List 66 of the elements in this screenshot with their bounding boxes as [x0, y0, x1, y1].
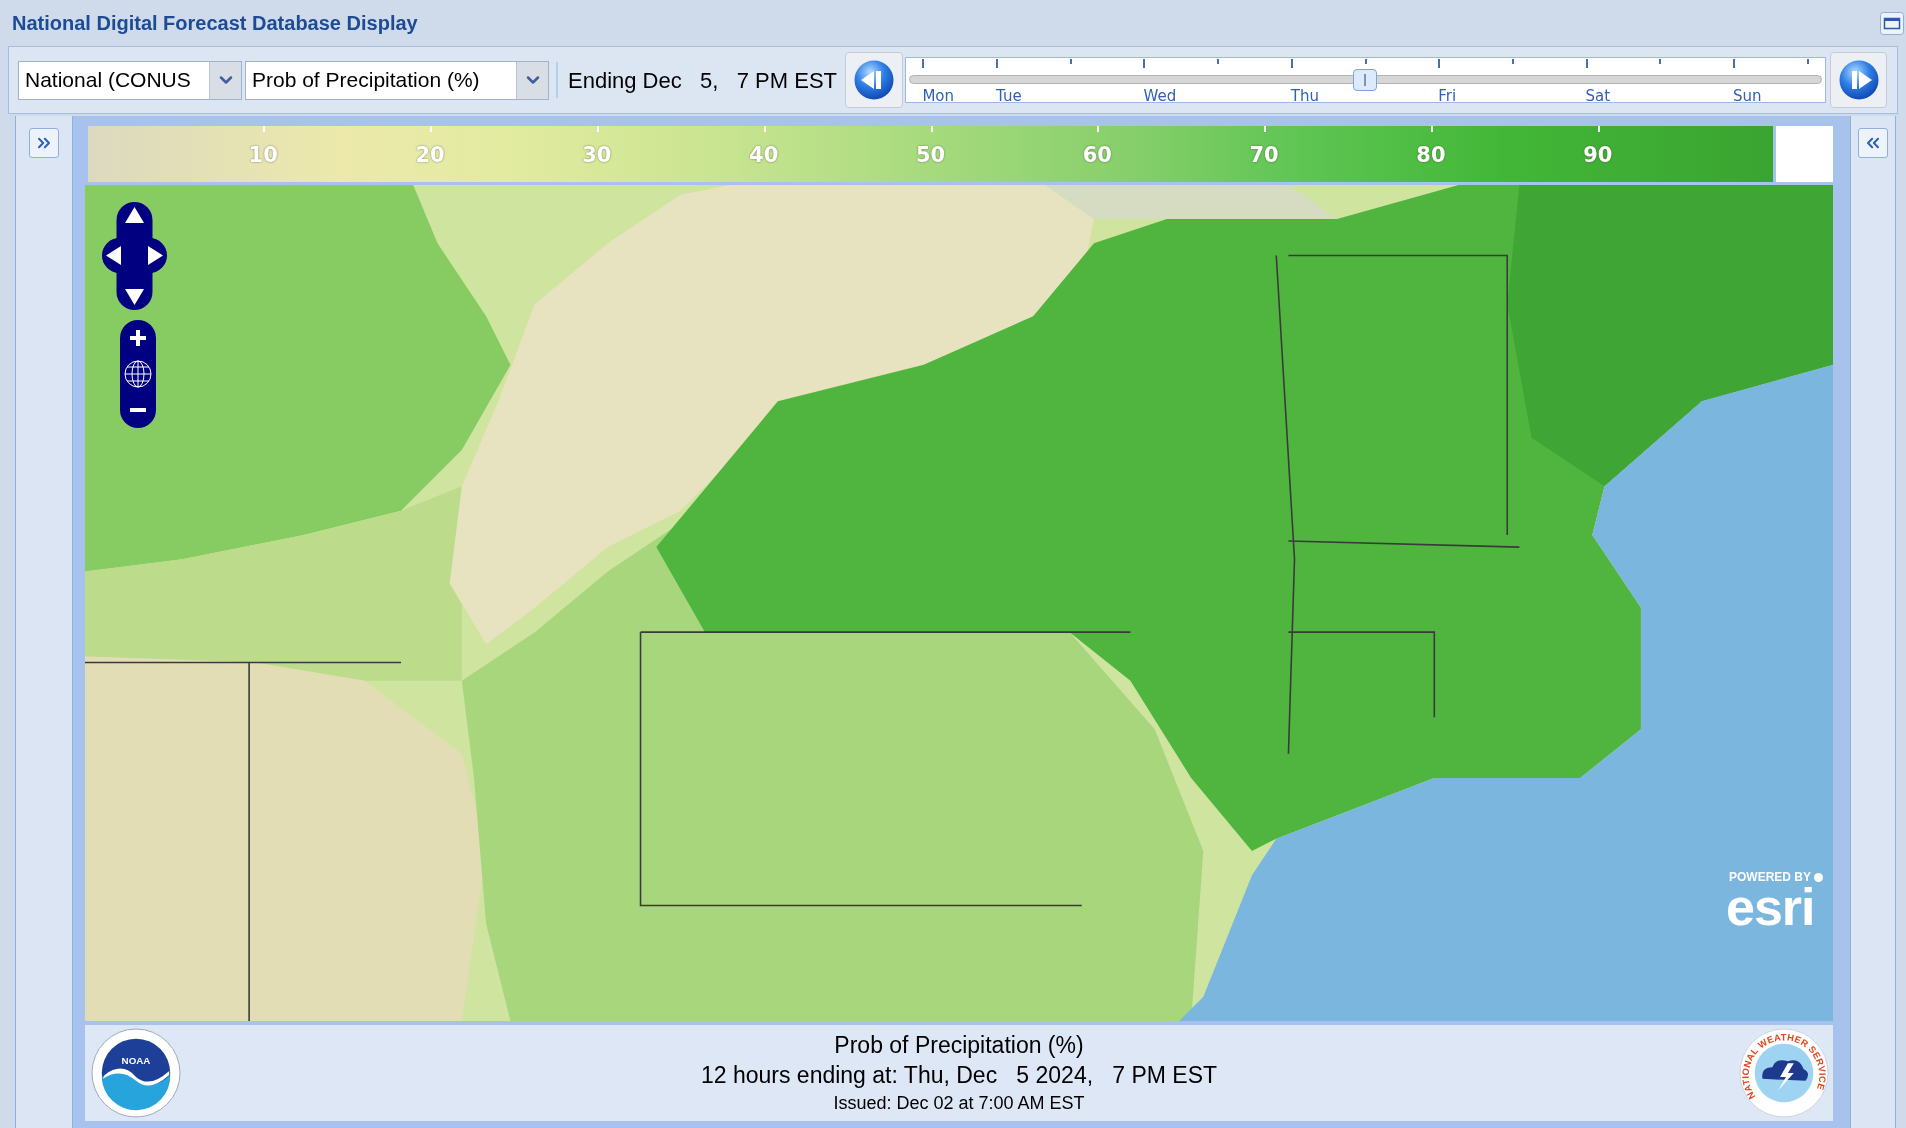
tick-mark [1217, 59, 1220, 64]
scale-label: 10 [248, 143, 278, 167]
scale-label: 70 [1249, 143, 1279, 167]
attribution-text: POWERED BY [1729, 871, 1811, 884]
tick-mark [596, 126, 599, 132]
tick-mark [1806, 59, 1809, 64]
color-scale-end [1776, 126, 1833, 182]
slider-track[interactable] [909, 68, 1822, 90]
period-label: Ending Dec 5, 7 PM EST [568, 66, 837, 95]
tick-mark [922, 59, 925, 68]
pan-left-icon[interactable] [106, 246, 121, 265]
tick-mark [1597, 126, 1600, 132]
previous-button[interactable] [845, 52, 903, 108]
scale-label: 60 [1082, 143, 1112, 167]
scale-label: 90 [1583, 143, 1613, 167]
tick-mark [1290, 59, 1293, 68]
footer-title: Prob of Precipitation (%) [834, 1031, 1084, 1060]
tick-mark [763, 126, 766, 132]
issued-text: Issued: Dec 02 at 7:00 AM EST [833, 1092, 1085, 1115]
tick-mark [1659, 59, 1662, 64]
collapse-panel-button[interactable] [1858, 128, 1888, 158]
next-button[interactable] [1830, 52, 1887, 108]
bird-wave-seal-icon [91, 1028, 181, 1118]
tick-mark [1069, 59, 1072, 64]
pan-right-icon[interactable] [148, 246, 163, 265]
day-label: Thu [1290, 89, 1319, 103]
day-label: Sat [1585, 89, 1611, 103]
day-label: Tue [996, 89, 1022, 103]
time-slider[interactable]: Mon Tue Wed Thu Fri Sat Sun [905, 57, 1826, 103]
scale-label: 80 [1416, 143, 1446, 167]
logo-wordmark: esri [1726, 884, 1815, 930]
day-label: Mon [922, 89, 955, 103]
tick-mark [1364, 59, 1367, 64]
tick-mark [1430, 126, 1433, 132]
tick-mark [1143, 59, 1146, 68]
day-label: Wed [1143, 89, 1177, 103]
tick-mark [1732, 59, 1735, 68]
tick-mark [996, 59, 999, 68]
window-title: National Digital Forecast Database Display [12, 11, 418, 36]
tick-mark [930, 126, 933, 132]
element-select[interactable]: Prob of Precipitation (%) [245, 60, 549, 100]
step-forward-icon [1838, 60, 1879, 100]
logo-text: NOAA [121, 1055, 151, 1067]
scale-label: 50 [915, 143, 946, 167]
scale-label: 40 [749, 143, 779, 167]
slider-thumb[interactable] [1352, 68, 1377, 91]
window-icon[interactable] [1880, 11, 1904, 35]
zoom-in-icon[interactable] [130, 330, 146, 346]
region-select[interactable]: National (CONUS [18, 60, 242, 100]
tick-mark [1097, 126, 1100, 132]
step-backward-icon [854, 60, 894, 100]
valid-time-text: 12 hours ending at: Thu, Dec 5 2024, 7 PM EST [700, 1061, 1218, 1090]
day-label: Sun [1732, 89, 1762, 103]
scale-label: 30 [582, 143, 612, 167]
pan-up-icon[interactable] [125, 207, 144, 223]
scale-label: 20 [415, 143, 445, 167]
pan-down-icon[interactable] [125, 289, 144, 305]
tick-mark [430, 126, 433, 132]
tick-mark [263, 126, 266, 132]
tick-mark [1511, 59, 1514, 64]
day-label: Fri [1438, 89, 1457, 103]
tick-mark [1264, 126, 1267, 132]
tick-mark [1585, 59, 1588, 68]
expand-panel-button[interactable] [29, 128, 59, 158]
globe-icon[interactable] [124, 360, 152, 388]
tick-mark [1438, 59, 1441, 68]
